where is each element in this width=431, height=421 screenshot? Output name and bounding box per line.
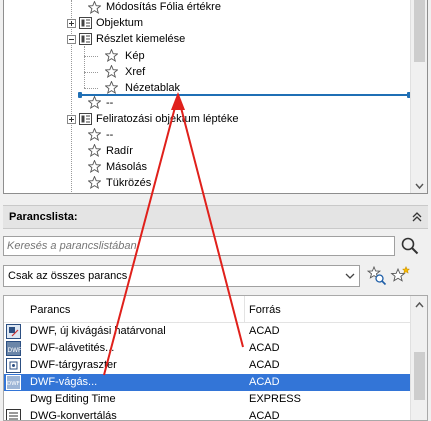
star-icon: [105, 81, 118, 94]
tree-item-label: Módosítás Fólia értékre: [106, 1, 221, 13]
command-source: EXPRESS: [249, 393, 301, 405]
tree-item[interactable]: --: [4, 127, 404, 143]
star-icon: [88, 144, 101, 157]
command-search-input[interactable]: [4, 237, 394, 255]
tree-item-label: --: [106, 129, 114, 141]
command-name: DWG-konvertálás: [30, 410, 117, 421]
command-source: ACAD: [249, 359, 280, 371]
tree-item-label: Xref: [125, 66, 146, 78]
command-source: ACAD: [249, 376, 280, 388]
expand-icon[interactable]: [67, 19, 76, 28]
tree-scrollbar-thumb[interactable]: [414, 0, 425, 62]
search-icon[interactable]: [400, 236, 420, 256]
dwg-convert-icon: [6, 409, 21, 420]
dwf-clip-icon: DWF: [6, 375, 21, 390]
tree-item-label: Részlet kiemelése: [96, 33, 186, 45]
star-icon: [88, 128, 101, 141]
collapse-icon[interactable]: [67, 35, 76, 44]
list-item-selected[interactable]: DWF DWF-vágás... ACAD: [4, 374, 412, 391]
star-icon: [88, 1, 101, 14]
toolbar-icon: [79, 17, 92, 29]
chevron-down-icon: [345, 273, 355, 279]
list-item[interactable]: DWG-konvertálás ACAD: [4, 408, 412, 421]
column-header-command[interactable]: Parancs: [30, 304, 70, 316]
star-icon: [88, 176, 101, 189]
scroll-up-icon[interactable]: [414, 300, 425, 310]
toolbar-icon: [79, 113, 92, 125]
command-search-field[interactable]: [3, 236, 395, 256]
command-name: DWF-aláve­tités...: [30, 342, 115, 354]
tree-item[interactable]: Feliratozási objektum léptéke: [4, 111, 404, 127]
command-name: DWF-tárgyraszter: [30, 359, 117, 371]
svg-text:DWF: DWF: [7, 381, 20, 387]
list-header: Parancs Forrás: [4, 296, 412, 323]
star-icon: [105, 49, 118, 62]
tree-item-label: Tükrözés: [106, 177, 152, 189]
command-source: ACAD: [249, 325, 280, 337]
dwf-osnap-icon: [6, 358, 21, 373]
tree-item[interactable]: Objektum: [4, 15, 404, 31]
toolbar-icon: [79, 33, 92, 45]
list-item[interactable]: DWF, új kivágási határvonal ACAD: [4, 323, 412, 340]
list-item[interactable]: DWF DWF-aláve­tités... ACAD: [4, 340, 412, 357]
tree-item[interactable]: Kép: [4, 48, 404, 64]
command-filter-value: Csak az összes parancs: [8, 270, 128, 282]
command-list-scrollbar[interactable]: [410, 296, 427, 420]
dwf-clip-icon: [6, 324, 21, 339]
tree-scrollbar[interactable]: [410, 0, 427, 193]
customization-tree[interactable]: Módosítás Fólia értékre Objektum Részlet…: [3, 0, 428, 194]
column-header-source[interactable]: Forrás: [249, 304, 281, 316]
tree-item[interactable]: Másolás: [4, 159, 404, 175]
find-command-icon[interactable]: [367, 266, 387, 286]
tree-item-label: Kép: [125, 50, 145, 62]
star-icon: [88, 160, 101, 173]
list-item[interactable]: Dwg Editing Time EXPRESS: [4, 391, 412, 408]
tree-item-label: Másolás: [106, 161, 147, 173]
svg-text:DWF: DWF: [8, 347, 22, 354]
tree-item[interactable]: --: [4, 95, 404, 111]
tree-item-label: Feliratozási objektum léptéke: [96, 113, 239, 125]
command-filter-dropdown[interactable]: Csak az összes parancs: [3, 265, 360, 287]
expand-icon[interactable]: [67, 115, 76, 124]
collapse-panel-icon[interactable]: [410, 210, 424, 224]
command-source: ACAD: [249, 342, 280, 354]
customize-ui-window: Módosítás Fólia értékre Objektum Részlet…: [0, 0, 431, 421]
command-list-header: Parancslista:: [3, 205, 428, 229]
command-list-title: Parancslista:: [9, 211, 78, 223]
scroll-down-icon[interactable]: [414, 181, 425, 191]
tree-item[interactable]: Tükrözés: [4, 175, 404, 191]
tree-item-label: --: [106, 97, 114, 109]
command-name: DWF-vágás...: [30, 376, 98, 388]
command-source: ACAD: [249, 410, 280, 421]
command-list[interactable]: Parancs Forrás DWF, új kivágási határvon…: [3, 295, 428, 421]
tree-item[interactable]: Radír: [4, 143, 404, 159]
star-icon: [88, 96, 101, 109]
tree-item-label: Radír: [106, 145, 133, 157]
dwf-underlay-icon: DWF: [6, 341, 21, 356]
command-name: Dwg Editing Time: [30, 393, 116, 405]
command-name: DWF, új kivágási határvonal: [30, 325, 166, 337]
tree-item-label: Objektum: [96, 17, 144, 29]
list-item[interactable]: DWF-tárgyraszter ACAD: [4, 357, 412, 374]
new-command-icon[interactable]: [390, 266, 410, 286]
star-icon: [105, 65, 118, 78]
tree-item[interactable]: Xref: [4, 64, 404, 80]
tree-item[interactable]: Módosítás Fólia értékre: [4, 0, 404, 16]
tree-item[interactable]: Részlet kiemelése: [4, 31, 404, 47]
command-list-scrollbar-thumb[interactable]: [414, 352, 425, 400]
